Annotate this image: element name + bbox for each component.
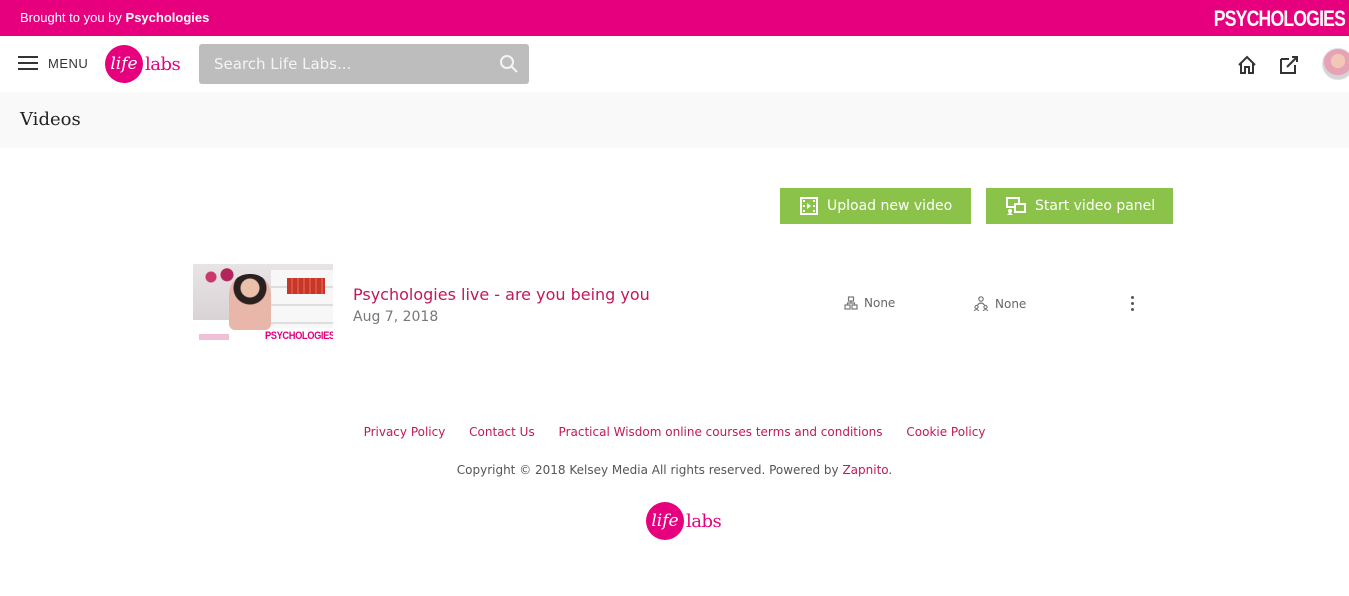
brought-to-you-text: Brought to you by Psychologies	[20, 10, 209, 25]
search-input[interactable]	[199, 44, 489, 84]
video-panel-icon	[1006, 197, 1026, 215]
top-banner: Brought to you by Psychologies PSYCHOLOG…	[0, 0, 1349, 36]
copyright-text: Copyright © 2018 Kelsey Media All rights…	[0, 463, 1349, 477]
avatar[interactable]	[1322, 48, 1349, 80]
menu-button[interactable]: MENU	[18, 56, 88, 71]
video-meta-groups-value: None	[864, 296, 896, 310]
video-meta-groups: None	[844, 296, 895, 310]
menu-label: MENU	[48, 56, 89, 71]
people-icon	[973, 296, 989, 311]
more-options-icon[interactable]	[1129, 296, 1135, 314]
copyright-suffix: .	[888, 463, 893, 477]
upload-video-label: Upload new video	[827, 198, 953, 214]
brought-prefix: Brought to you by	[20, 10, 122, 25]
video-meta-members-value: None	[995, 296, 1027, 311]
footer-lifelabs-logo[interactable]: life labs	[646, 502, 722, 540]
footer-link-contact[interactable]: Contact Us	[469, 425, 535, 439]
logo-circle: life	[105, 45, 143, 83]
video-list-item: PSYCHOLOGIES Psychologies live - are you…	[193, 264, 1153, 344]
hierarchy-icon	[844, 296, 858, 310]
footer-links: Privacy Policy Contact Us Practical Wisd…	[0, 425, 1349, 439]
start-video-panel-button[interactable]: Start video panel	[986, 188, 1173, 224]
psychologies-logo[interactable]: PSYCHOLOGIES	[1214, 6, 1346, 32]
page-header: Videos	[0, 92, 1349, 148]
video-date: Aug 7, 2018	[353, 309, 439, 325]
footer-link-privacy[interactable]: Privacy Policy	[364, 425, 446, 439]
footer-logo-labs-text: labs	[686, 510, 722, 532]
logo-labs-text: labs	[145, 53, 181, 75]
start-video-panel-label: Start video panel	[1035, 198, 1156, 214]
edit-icon[interactable]	[1278, 54, 1300, 76]
video-meta-members: None	[973, 296, 1026, 311]
menu-icon	[18, 56, 38, 71]
search-icon[interactable]	[499, 54, 519, 74]
lifelabs-logo[interactable]: life labs	[105, 45, 181, 83]
brought-brand[interactable]: Psychologies	[126, 10, 210, 25]
upload-video-button[interactable]: Upload new video	[780, 188, 971, 224]
film-icon	[800, 197, 818, 215]
zapnito-link[interactable]: Zapnito	[842, 463, 888, 477]
footer-link-cookie[interactable]: Cookie Policy	[906, 425, 985, 439]
page-title: Videos	[20, 109, 81, 130]
video-thumbnail[interactable]: PSYCHOLOGIES	[193, 264, 333, 344]
main-navbar: MENU life labs	[0, 36, 1349, 92]
search-box	[199, 44, 529, 84]
copyright-prefix: Copyright © 2018 Kelsey Media All rights…	[456, 463, 839, 477]
thumbnail-brand-text: PSYCHOLOGIES	[265, 330, 333, 342]
video-title[interactable]: Psychologies live - are you being you	[353, 285, 650, 304]
home-icon[interactable]	[1236, 54, 1258, 76]
footer-link-terms[interactable]: Practical Wisdom online courses terms an…	[559, 425, 883, 439]
footer-logo-circle: life	[646, 502, 684, 540]
